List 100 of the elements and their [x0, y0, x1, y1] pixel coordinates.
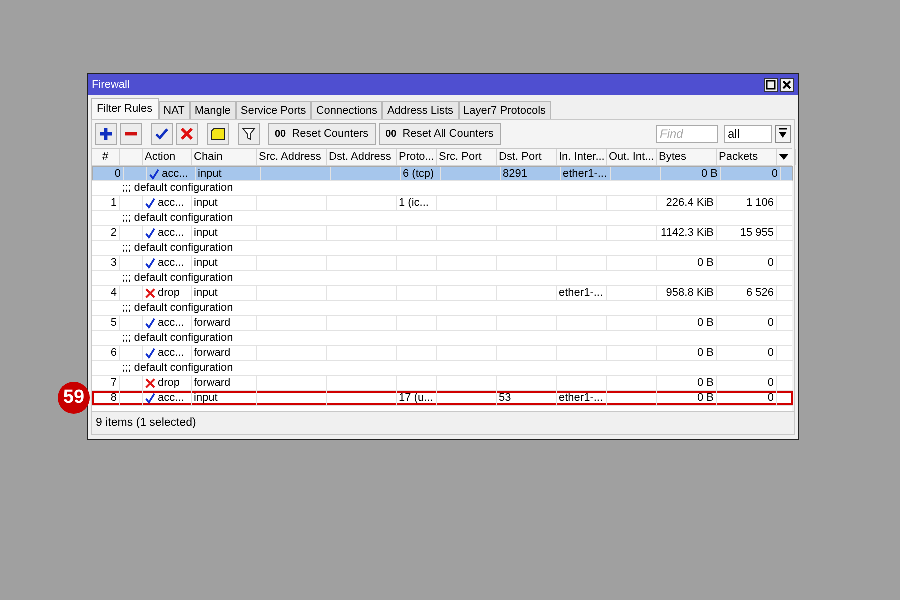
- rule-row[interactable]: 6 acc... forward 0 B 0: [92, 346, 793, 361]
- table-cell: ether1-...: [563, 168, 608, 180]
- comment-button[interactable]: [207, 123, 229, 145]
- tab[interactable]: Address Lists: [382, 101, 458, 119]
- rule-row[interactable]: 4 drop input ether1-... 958.8 KiB 6 526: [92, 286, 793, 301]
- column-header[interactable]: #: [102, 149, 109, 165]
- table-cell: input: [198, 168, 222, 180]
- column-header[interactable]: Chain: [194, 149, 223, 165]
- table-cell: drop: [158, 286, 180, 300]
- remove-button[interactable]: [120, 123, 142, 145]
- table-cell: input: [194, 287, 218, 299]
- reset-counters-button[interactable]: 00 Reset Counters: [268, 123, 376, 145]
- enable-button[interactable]: [151, 123, 173, 145]
- table-cell: 6: [110, 347, 117, 359]
- table-cell: 7: [110, 377, 117, 389]
- rule-comment: ;;; default configuration: [122, 182, 234, 194]
- column-header[interactable]: Src. Port: [439, 149, 482, 165]
- status-text: 9 items (1 selected): [96, 417, 196, 429]
- column-header[interactable]: Dst. Port: [499, 149, 542, 165]
- rule-comment: ;;; default configuration: [122, 242, 234, 254]
- caret-icon: [778, 128, 788, 140]
- table-cell: 226.4 KiB: [666, 197, 714, 209]
- table-cell: 0: [114, 168, 121, 180]
- window-title: Firewall: [92, 78, 130, 90]
- tab[interactable]: Layer7 Protocols: [458, 101, 552, 119]
- filter-button[interactable]: [238, 123, 260, 145]
- rule-row[interactable]: 0 acc... input 6 (tcp) 8291 ether1-... 0 B 0: [92, 166, 793, 181]
- table-cell: 53: [499, 392, 512, 404]
- rule-comment: ;;; default configuration: [122, 302, 234, 314]
- tab[interactable]: Mangle: [190, 101, 236, 119]
- table-cell: 8: [110, 392, 117, 404]
- rule-row[interactable]: 2 acc... input 1142.3 KiB 15 955: [92, 226, 793, 241]
- table-cell: 2: [110, 227, 117, 239]
- table-cell: 15 955: [740, 227, 774, 239]
- column-header[interactable]: Packets: [719, 149, 758, 165]
- rule-comment: ;;; default configuration: [122, 362, 234, 374]
- table-cell: 17 (u...: [399, 392, 434, 404]
- table-cell: ether1-...: [559, 287, 604, 299]
- cross-icon: [145, 288, 156, 298]
- table-cell: 1 (ic...: [399, 197, 429, 209]
- check-icon: [145, 318, 156, 328]
- note-icon: [210, 127, 226, 141]
- table-cell: forward: [194, 347, 231, 359]
- table-cell: input: [194, 392, 218, 404]
- rule-row[interactable]: 3 acc... input 0 B 0: [92, 256, 793, 271]
- tab[interactable]: NAT: [158, 101, 190, 119]
- plus-icon: [99, 127, 113, 141]
- tab[interactable]: Filter Rules: [91, 98, 159, 119]
- table-cell: input: [194, 197, 218, 209]
- search-field[interactable]: Find: [656, 125, 718, 143]
- column-header[interactable]: Bytes: [659, 149, 687, 165]
- table-cell: 0 B: [697, 392, 714, 404]
- dropdown-button[interactable]: [775, 125, 791, 143]
- column-menu-icon[interactable]: [779, 154, 789, 160]
- table-cell: acc...: [158, 256, 184, 270]
- table-cell: 3: [110, 257, 117, 269]
- cross-icon: [180, 127, 194, 141]
- table-cell: 0 B: [697, 257, 714, 269]
- check-icon: [145, 392, 156, 404]
- table-cell: 0 B: [697, 347, 714, 359]
- add-button[interactable]: [95, 123, 117, 145]
- column-header[interactable]: In. Inter...: [559, 149, 605, 165]
- column-header[interactable]: Dst. Address: [329, 149, 392, 165]
- rule-comment: ;;; default configuration: [122, 212, 234, 224]
- table-cell: 958.8 KiB: [666, 287, 714, 299]
- column-header[interactable]: Action: [145, 149, 176, 165]
- table-cell: input: [194, 257, 218, 269]
- table-cell: 0: [768, 377, 774, 389]
- table-cell: 0 B: [697, 317, 714, 329]
- table-cell: 0: [768, 392, 774, 404]
- table-cell: acc...: [158, 391, 184, 405]
- table-cell: 0: [768, 317, 774, 329]
- reset-counters-button[interactable]: 00 Reset All Counters: [378, 123, 501, 145]
- close-icon[interactable]: [780, 78, 794, 92]
- table-cell: forward: [194, 317, 231, 329]
- check-icon: [149, 168, 160, 180]
- column-header[interactable]: Proto...: [399, 149, 434, 165]
- table-cell: 0: [768, 347, 774, 359]
- tab[interactable]: Connections: [311, 101, 382, 119]
- rule-row[interactable]: 7 drop forward 0 B 0: [92, 376, 793, 391]
- column-header[interactable]: Src. Address: [259, 149, 322, 165]
- filter-select[interactable]: all: [724, 125, 772, 143]
- rule-row[interactable]: 5 acc... forward 0 B 0: [92, 316, 793, 331]
- table-cell: 5: [110, 317, 117, 329]
- table-cell: 1: [110, 197, 117, 209]
- maximize-icon[interactable]: [764, 78, 778, 92]
- funnel-icon: [242, 127, 256, 141]
- column-header[interactable]: Out. Int...: [609, 149, 654, 165]
- table-cell: acc...: [162, 167, 188, 180]
- table-cell: drop: [158, 376, 180, 390]
- table-cell: 4: [110, 287, 117, 299]
- disable-button[interactable]: [176, 123, 198, 145]
- table-cell: 1142.3 KiB: [660, 227, 714, 239]
- table-cell: forward: [194, 377, 231, 389]
- rule-row[interactable]: 8 acc... input 17 (u... 53 ether1-... 0 B 0: [92, 391, 793, 406]
- tab[interactable]: Service Ports: [236, 101, 312, 119]
- table-cell: 0: [768, 257, 774, 269]
- table-cell: ether1-...: [559, 392, 604, 404]
- step-number: 59: [58, 382, 90, 414]
- rule-row[interactable]: 1 acc... input 1 (ic... 226.4 KiB 1 106: [92, 196, 793, 211]
